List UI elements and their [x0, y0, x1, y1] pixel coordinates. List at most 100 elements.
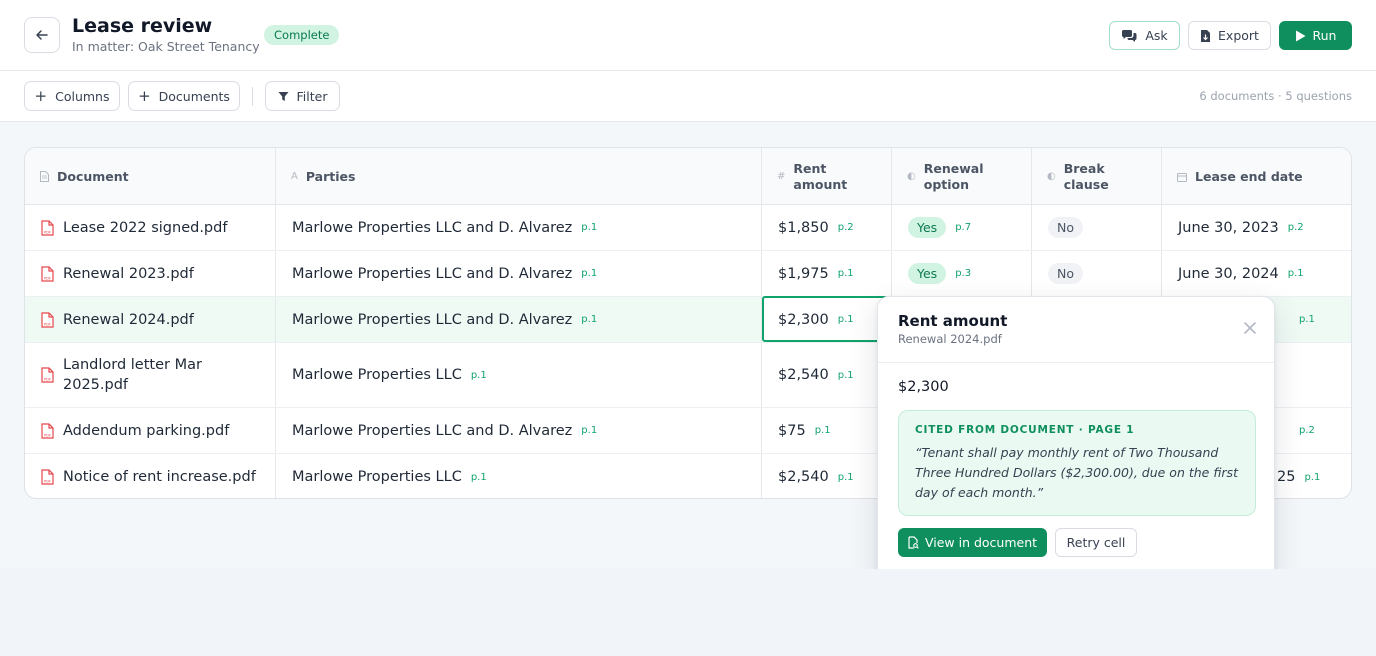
table-row[interactable]: PDF Lease 2022 signed.pdf Marlowe Proper…	[25, 205, 1351, 251]
page-citation-link[interactable]: p.2	[838, 222, 854, 233]
break-clause-cell[interactable]: No	[1032, 205, 1162, 250]
document-name: Addendum parking.pdf	[63, 422, 230, 439]
rent-amount-cell[interactable]: $1,850 p.2	[762, 205, 892, 250]
page-citation-link[interactable]: p.1	[581, 268, 597, 279]
document-name: Notice of rent increase.pdf	[63, 469, 256, 485]
ask-button-label: Ask	[1145, 28, 1168, 43]
page-citation-link[interactable]: p.1	[1304, 472, 1320, 483]
page-citation-link[interactable]: p.1	[838, 472, 854, 483]
page-citation-link[interactable]: p.1	[815, 425, 831, 436]
toolbar: + Columns + Documents Filter 6 documents…	[0, 71, 1376, 122]
svg-text:PDF: PDF	[44, 378, 51, 382]
export-button[interactable]: Export	[1188, 21, 1271, 50]
column-header-label: Parties	[305, 168, 356, 184]
rent-value: $2,540	[778, 469, 829, 485]
rent-value: $1,975	[778, 265, 829, 282]
back-button[interactable]	[24, 17, 60, 53]
svg-text:PDF: PDF	[44, 480, 51, 484]
document-cell[interactable]: PDF Addendum parking.pdf	[25, 408, 276, 453]
page-citation-link[interactable]: p.2	[1299, 425, 1315, 436]
table-header: Document A Parties # Rent amount ◐ Renew…	[25, 148, 1351, 205]
page-citation-link[interactable]: p.1	[581, 314, 597, 325]
page-citation-link[interactable]: p.1	[1299, 314, 1315, 325]
retry-cell-button[interactable]: Retry cell	[1055, 528, 1137, 557]
run-button[interactable]: Run	[1279, 21, 1352, 50]
citation-label: CITED FROM DOCUMENT · PAGE 1	[915, 424, 1135, 436]
page-header: Lease review In matter: Oak Street Tenan…	[0, 0, 1376, 71]
add-columns-button[interactable]: + Columns	[24, 81, 120, 111]
parties-value: Marlowe Properties LLC and D. Alvarez	[292, 219, 573, 236]
column-header-lease-end-date[interactable]: Lease end date	[1162, 148, 1351, 205]
page-citation-link[interactable]: p.1	[1288, 268, 1304, 279]
rent-amount-cell[interactable]: $2,540 p.1	[762, 343, 892, 407]
app-window: Lease review In matter: Oak Street Tenan…	[0, 0, 1376, 569]
page-citation-link[interactable]: p.3	[955, 268, 971, 279]
page-citation-link[interactable]: p.1	[838, 314, 854, 325]
parties-cell[interactable]: Marlowe Properties LLC p.1	[276, 454, 762, 498]
column-header-rent-amount[interactable]: # Rent amount	[762, 148, 892, 205]
number-type-icon: #	[777, 171, 786, 182]
svg-text:PDF: PDF	[44, 276, 51, 280]
calendar-icon	[1177, 172, 1187, 182]
break-clause-cell[interactable]: No	[1032, 251, 1162, 296]
rent-amount-cell[interactable]: $1,975 p.1	[762, 251, 892, 296]
column-header-break-clause[interactable]: ◐ Break clause	[1032, 148, 1162, 205]
document-name: Renewal 2023.pdf	[63, 265, 194, 282]
rent-amount-cell[interactable]: $75 p.1	[762, 408, 892, 453]
retry-cell-label: Retry cell	[1066, 535, 1126, 550]
parties-cell[interactable]: Marlowe Properties LLC and D. Alvarez p.…	[276, 251, 762, 296]
column-header-label: Document	[57, 168, 129, 184]
toolbar-divider	[252, 87, 253, 106]
pdf-file-icon: PDF	[41, 219, 54, 236]
page-citation-link[interactable]: p.1	[581, 222, 597, 233]
parties-cell[interactable]: Marlowe Properties LLC p.1	[276, 343, 762, 407]
filter-button[interactable]: Filter	[265, 81, 340, 111]
close-icon[interactable]	[1242, 320, 1258, 336]
rent-value: $1,850	[778, 219, 829, 236]
popover-title: Rent amount	[898, 312, 1008, 330]
pdf-file-icon: PDF	[41, 469, 54, 485]
page-title: Lease review	[72, 15, 213, 37]
rent-amount-cell[interactable]: $2,300 p.1	[762, 297, 892, 342]
document-cell[interactable]: PDF Renewal 2024.pdf	[25, 297, 276, 342]
rent-amount-cell[interactable]: $2,540 p.1	[762, 454, 892, 498]
add-documents-label: Documents	[158, 88, 230, 104]
svg-text:PDF: PDF	[44, 230, 51, 234]
page-citation-link[interactable]: p.1	[838, 370, 854, 381]
status-badge: Complete	[264, 25, 340, 45]
page-citation-link[interactable]: p.1	[838, 268, 854, 279]
document-cell[interactable]: PDF Landlord letter Mar 2025.pdf	[25, 343, 276, 407]
lease-end-date-cell[interactable]: June 30, 2024 p.1	[1162, 251, 1351, 296]
end-date-value: 25	[1277, 469, 1296, 485]
page-citation-link[interactable]: p.1	[471, 370, 487, 381]
column-header-renewal-option[interactable]: ◐ Renewal option	[892, 148, 1032, 205]
ask-button[interactable]: Ask	[1109, 21, 1180, 50]
add-documents-button[interactable]: + Documents	[128, 81, 240, 111]
lease-end-date-cell[interactable]: June 30, 2023 p.2	[1162, 205, 1351, 250]
document-name: Lease 2022 signed.pdf	[63, 219, 228, 236]
end-date-value: June 30, 2023	[1178, 219, 1279, 236]
column-header-parties[interactable]: A Parties	[276, 148, 762, 205]
document-cell[interactable]: PDF Notice of rent increase.pdf	[25, 454, 276, 498]
table-row[interactable]: PDF Renewal 2023.pdf Marlowe Properties …	[25, 251, 1351, 297]
page-citation-link[interactable]: p.1	[581, 425, 597, 436]
page-citation-link[interactable]: p.7	[955, 222, 971, 233]
column-header-label: Renewal option	[923, 160, 984, 192]
column-header-document[interactable]: Document	[25, 148, 276, 205]
renewal-option-cell[interactable]: Yes p.3	[892, 251, 1032, 296]
view-in-document-button[interactable]: View in document	[898, 528, 1047, 557]
page-citation-link[interactable]: p.1	[471, 472, 487, 483]
file-search-icon	[908, 536, 919, 549]
parties-cell[interactable]: Marlowe Properties LLC and D. Alvarez p.…	[276, 205, 762, 250]
filter-funnel-icon	[278, 91, 289, 101]
text-type-icon: A	[291, 171, 298, 182]
page-citation-link[interactable]: p.2	[1288, 222, 1304, 233]
document-cell[interactable]: PDF Lease 2022 signed.pdf	[25, 205, 276, 250]
document-name: Landlord letter Mar 2025.pdf	[63, 357, 202, 393]
export-button-label: Export	[1218, 28, 1259, 43]
renewal-option-cell[interactable]: Yes p.7	[892, 205, 1032, 250]
document-cell[interactable]: PDF Renewal 2023.pdf	[25, 251, 276, 296]
parties-cell[interactable]: Marlowe Properties LLC and D. Alvarez p.…	[276, 408, 762, 453]
play-icon	[1295, 30, 1306, 41]
parties-cell[interactable]: Marlowe Properties LLC and D. Alvarez p.…	[276, 297, 762, 342]
